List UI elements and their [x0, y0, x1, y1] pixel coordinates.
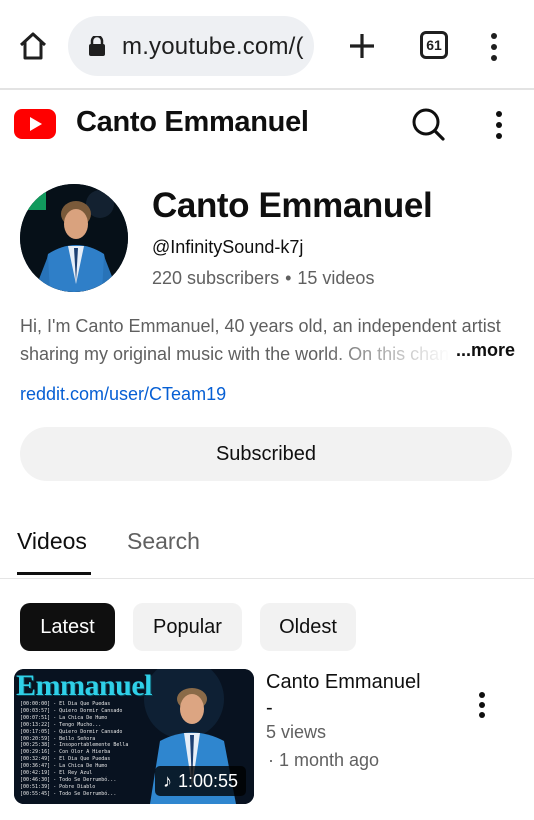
address-bar[interactable]: m.youtube.com/( [68, 16, 314, 76]
stats-separator: • [285, 268, 292, 288]
track-line: [00:36:47] - La Chica De Humo [20, 763, 108, 770]
home-icon[interactable] [17, 30, 49, 62]
track-line: [00:25:38] - Insoportablemente Bella [20, 742, 129, 749]
chip-popular[interactable]: Popular [133, 603, 242, 651]
track-line: [00:00:00] - El Dia Que Puedas [20, 701, 111, 707]
browser-toolbar: m.youtube.com/( 61 [0, 0, 534, 90]
video-thumbnail[interactable]: Emmanuel [00:00:00] - El Dia Que Puedas … [14, 669, 254, 804]
subscribed-button[interactable]: Subscribed [20, 427, 512, 481]
duration-text: 1:00:55 [177, 771, 238, 791]
thumbnail-tracklist: [00:00:00] - El Dia Que Puedas [00:03:57… [20, 701, 150, 798]
channel-tabs: Videos Search [0, 510, 534, 579]
track-line: [00:20:59] - Bello Señora [20, 735, 96, 742]
channel-stats: 220 subscribers • 15 videos [152, 268, 374, 289]
channel-avatar[interactable] [20, 184, 128, 292]
track-line: [00:29:16] - Con Olor A Hierba [20, 749, 111, 756]
chip-latest[interactable]: Latest [20, 603, 115, 651]
video-age: · 1 month ago [268, 750, 380, 770]
browser-menu-icon[interactable] [488, 32, 500, 62]
url-text[interactable]: m.youtube.com/( [122, 33, 304, 61]
track-line: [00:17:05] - Quiero Dormir Cansado [20, 728, 123, 735]
subscriber-count: 220 subscribers [152, 268, 280, 288]
track-line: [00:03:57] - Quiero Dormir Cansado [20, 707, 123, 714]
channel-external-link[interactable]: reddit.com/user/CTeam19 [20, 384, 226, 405]
lock-icon [89, 36, 105, 56]
chip-oldest[interactable]: Oldest [260, 603, 356, 651]
video-title[interactable]: Canto Emmanuel [266, 669, 421, 695]
video-more-options-icon[interactable] [476, 692, 488, 718]
active-tab-indicator [17, 572, 91, 575]
description-line-1: Hi, I'm Canto Emmanuel, 40 years old, an… [20, 316, 501, 336]
track-line: [00:42:19] - El Rey Azul [20, 770, 93, 777]
channel-description[interactable]: Hi, I'm Canto Emmanuel, 40 years old, an… [20, 312, 514, 368]
video-count: 15 videos [297, 268, 375, 288]
youtube-header: Canto Emmanuel [0, 92, 534, 158]
tab-videos[interactable]: Videos [17, 528, 87, 555]
search-icon[interactable] [410, 106, 446, 142]
track-line: [00:32:49] - El Dia Que Puedas [20, 756, 111, 763]
description-line-2: sharing my original music with the world… [20, 344, 450, 364]
description-more-link[interactable]: ...more [456, 340, 515, 361]
avatar-portrait-image [20, 184, 128, 292]
thumbnail-title-text: Emmanuel [16, 669, 153, 702]
header-title: Canto Emmanuel [76, 106, 309, 138]
more-options-icon[interactable] [493, 110, 505, 140]
duration-badge: ♪ 1:00:55 [154, 766, 246, 796]
youtube-logo-icon[interactable] [14, 109, 56, 139]
channel-handle: @InfinitySound-k7j [152, 237, 304, 257]
video-title-line-2[interactable]: - [266, 695, 273, 721]
track-line: [00:55:45] - Todo Se Derrumbó... [20, 790, 117, 797]
track-line: [00:13:22] - Tengo Mucho... [20, 721, 102, 728]
channel-name: Canto Emmanuel [152, 186, 433, 225]
music-note-icon: ♪ [162, 771, 172, 791]
track-line: [00:07:51] - La Chica De Humo [20, 714, 108, 721]
tab-switcher-button[interactable]: 61 [420, 31, 448, 59]
new-tab-plus-icon[interactable] [346, 30, 378, 62]
track-line: [00:51:39] - Pobre Diablo [20, 783, 96, 790]
track-line: [00:46:30] - Todo Se Derrumbó... [20, 776, 117, 783]
tab-search[interactable]: Search [127, 528, 200, 555]
video-views: 5 views [266, 722, 327, 742]
